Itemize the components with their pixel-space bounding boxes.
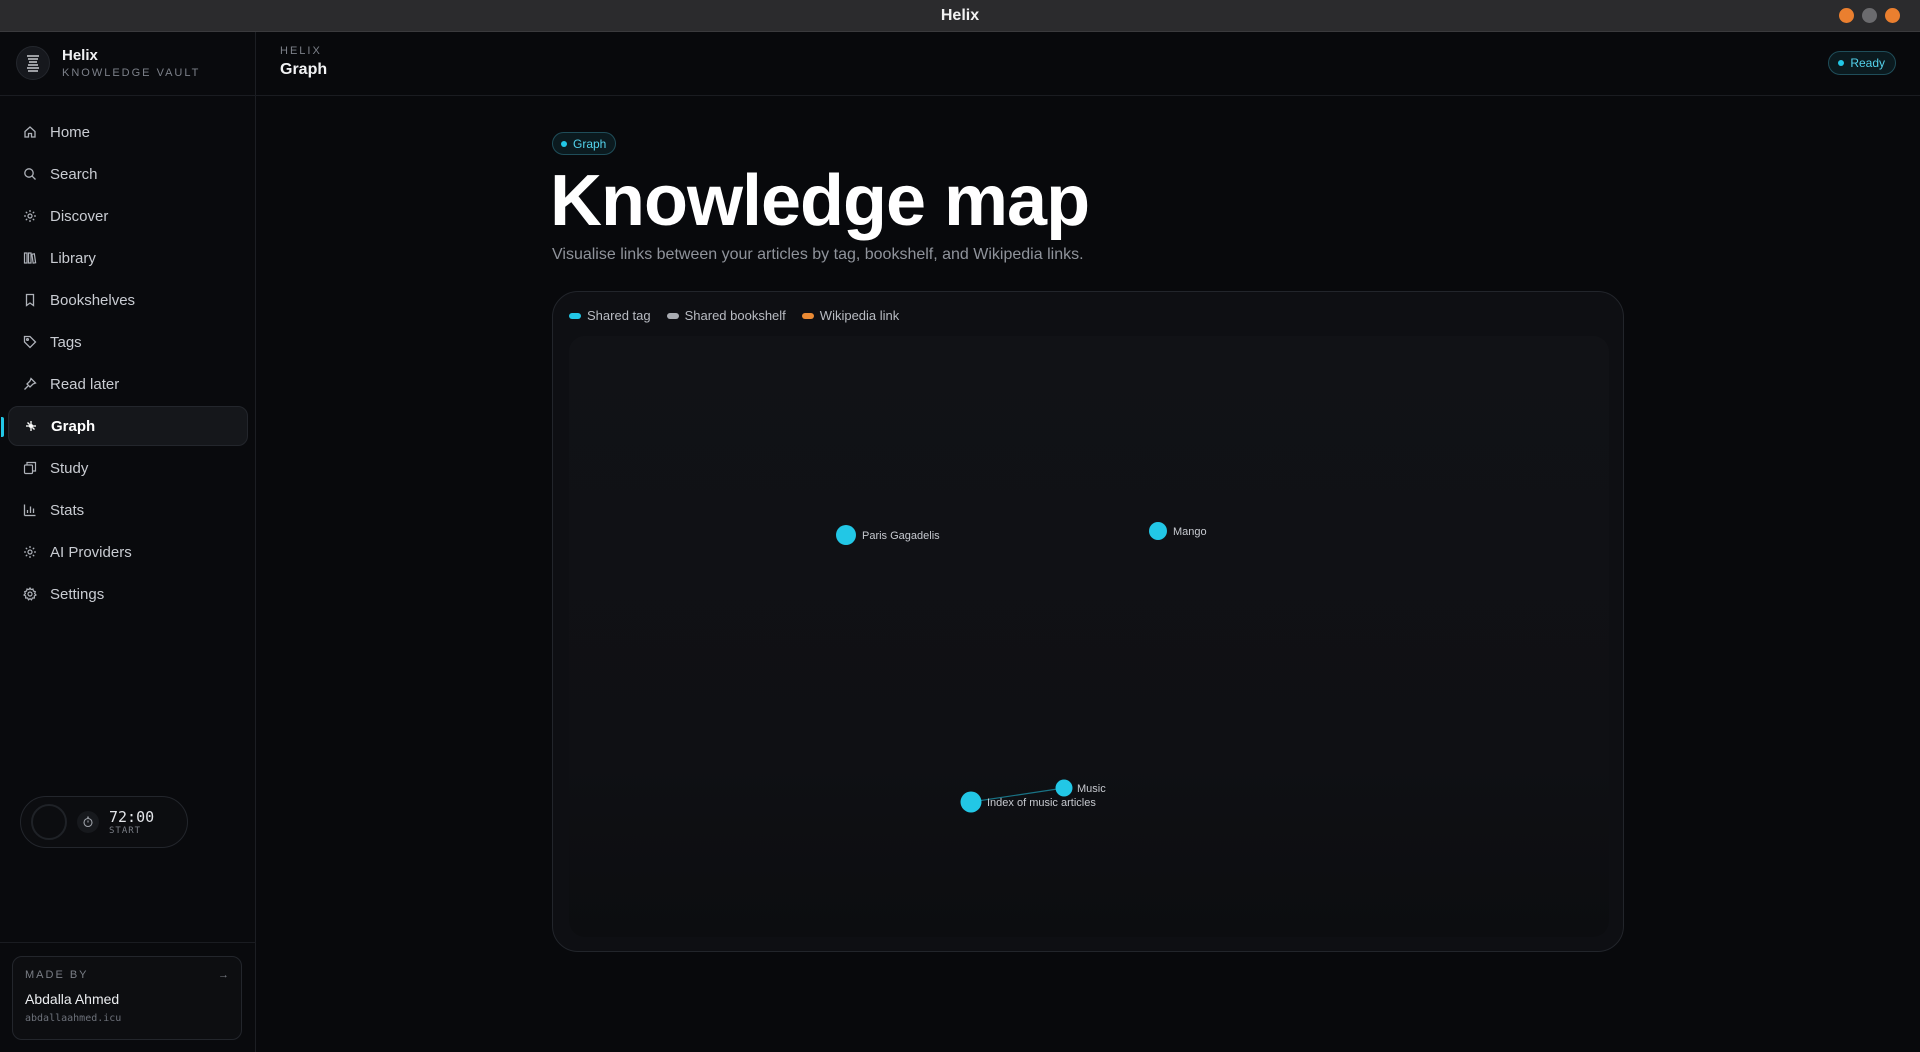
status-text: Ready xyxy=(1850,56,1885,70)
legend-swatch xyxy=(801,312,814,319)
bookmark-icon xyxy=(22,292,38,308)
sidebar-item-label: Settings xyxy=(50,585,105,603)
close-button[interactable] xyxy=(1885,8,1900,23)
graph-svg[interactable]: Paris Gagadelis Mango Music Index of mus… xyxy=(569,336,1609,937)
graph-legend: Shared tag Shared bookshelf Wikipedia li… xyxy=(569,308,899,323)
sidebar-item-label: Home xyxy=(50,123,91,141)
focus-timer[interactable]: 72:00 START xyxy=(20,796,188,848)
sidebar-item-label: Graph xyxy=(51,417,96,435)
sidebar-item-stats[interactable]: Stats xyxy=(8,490,248,530)
header-title: Graph xyxy=(280,61,328,78)
legend-item-shared-tag: Shared tag xyxy=(569,308,651,323)
legend-swatch xyxy=(569,312,581,319)
sidebar: Helix KNOWLEDGE VAULT Home Search Discov… xyxy=(0,32,256,1052)
helix-logo-icon xyxy=(16,46,50,80)
sidebar-item-label: AI Providers xyxy=(50,543,132,561)
sidebar-item-label: Library xyxy=(50,249,96,267)
graph-card: Shared tag Shared bookshelf Wikipedia li… xyxy=(552,291,1624,952)
stopwatch-icon xyxy=(77,811,99,833)
sidebar-item-label: Stats xyxy=(50,501,85,519)
page-header: HELIX Graph Ready xyxy=(256,32,1920,96)
brand-name: Helix xyxy=(62,47,98,64)
breadcrumb: HELIX xyxy=(280,45,322,57)
made-by-card[interactable]: MADE BY → Abdalla Ahmed abdallaahmed.icu xyxy=(12,956,242,1040)
pill-dot-icon xyxy=(561,140,567,147)
bar-chart-icon xyxy=(22,502,38,518)
sidebar-item-home[interactable]: Home xyxy=(8,112,248,152)
timer-ring xyxy=(31,804,67,840)
graph-node-mango[interactable] xyxy=(1149,522,1167,540)
pin-icon xyxy=(22,376,38,392)
library-icon xyxy=(22,250,38,266)
graph-node-label: Paris Gagadelis xyxy=(862,530,940,542)
maximize-button[interactable] xyxy=(1862,8,1877,23)
divider xyxy=(0,95,256,96)
sidebar-item-settings[interactable]: Settings xyxy=(8,574,248,614)
cards-icon xyxy=(22,460,38,476)
gear-icon xyxy=(22,586,38,602)
sidebar-item-label: Search xyxy=(50,165,98,183)
legend-label: Wikipedia link xyxy=(819,308,900,323)
sparkle-icon xyxy=(22,208,38,224)
arrow-right-icon: → xyxy=(218,969,229,981)
timer-time: 72:00 xyxy=(109,808,155,826)
sidebar-item-label: Bookshelves xyxy=(50,291,136,309)
timer-start-label[interactable]: START xyxy=(109,826,154,836)
sidebar-item-study[interactable]: Study xyxy=(8,448,248,488)
brand[interactable]: Helix KNOWLEDGE VAULT xyxy=(16,46,200,80)
legend-item-shared-bookshelf: Shared bookshelf xyxy=(666,308,786,323)
sidebar-item-label: Study xyxy=(50,459,89,477)
minimize-button[interactable] xyxy=(1839,8,1854,23)
status-badge: Ready xyxy=(1828,51,1896,75)
sidebar-item-search[interactable]: Search xyxy=(8,154,248,194)
legend-swatch xyxy=(666,312,679,319)
graph-node-label: Music xyxy=(1077,783,1106,795)
sidebar-item-ai-providers[interactable]: AI Providers xyxy=(8,532,248,572)
brand-subtitle: KNOWLEDGE VAULT xyxy=(62,67,201,79)
sidebar-item-read-later[interactable]: Read later xyxy=(8,364,248,404)
author-site[interactable]: abdallaahmed.icu xyxy=(25,1013,229,1024)
legend-label: Shared tag xyxy=(587,308,651,323)
graph-icon xyxy=(23,418,39,434)
legend-label: Shared bookshelf xyxy=(684,308,786,323)
graph-node-label: Mango xyxy=(1173,526,1207,538)
sparkle-icon xyxy=(22,544,38,560)
sidebar-item-label: Discover xyxy=(50,207,109,225)
home-icon xyxy=(22,124,38,140)
graph-node-index[interactable] xyxy=(960,791,982,813)
made-by-label: MADE BY xyxy=(25,969,89,981)
title-bar: Helix xyxy=(0,0,1920,32)
sidebar-item-label: Tags xyxy=(50,333,82,351)
divider xyxy=(0,942,256,943)
sidebar-item-tags[interactable]: Tags xyxy=(8,322,248,362)
legend-item-wikipedia-link: Wikipedia link xyxy=(801,308,900,323)
section-pill: Graph xyxy=(552,132,617,155)
author-name: Abdalla Ahmed xyxy=(25,991,120,1007)
graph-node-paris[interactable] xyxy=(836,525,856,545)
sidebar-item-graph[interactable]: Graph xyxy=(1,406,248,446)
search-icon xyxy=(22,166,38,182)
graph-node-music[interactable] xyxy=(1055,779,1073,797)
sidebar-item-discover[interactable]: Discover xyxy=(8,196,248,236)
sidebar-item-label: Read later xyxy=(50,375,120,393)
sidebar-nav: Home Search Discover Library Bookshelves xyxy=(0,112,256,616)
window-controls xyxy=(1839,8,1900,23)
sidebar-item-library[interactable]: Library xyxy=(8,238,248,278)
pill-label: Graph xyxy=(573,136,607,151)
graph-canvas[interactable]: Paris Gagadelis Mango Music Index of mus… xyxy=(569,336,1609,937)
status-dot-icon xyxy=(1838,60,1845,66)
graph-node-label: Index of music articles xyxy=(987,797,1096,809)
page-title: Knowledge map xyxy=(550,161,1090,241)
tag-icon xyxy=(22,334,38,350)
page-subtitle: Visualise links between your articles by… xyxy=(552,246,1084,263)
sidebar-item-bookshelves[interactable]: Bookshelves xyxy=(8,280,248,320)
window-title: Helix xyxy=(940,6,980,24)
